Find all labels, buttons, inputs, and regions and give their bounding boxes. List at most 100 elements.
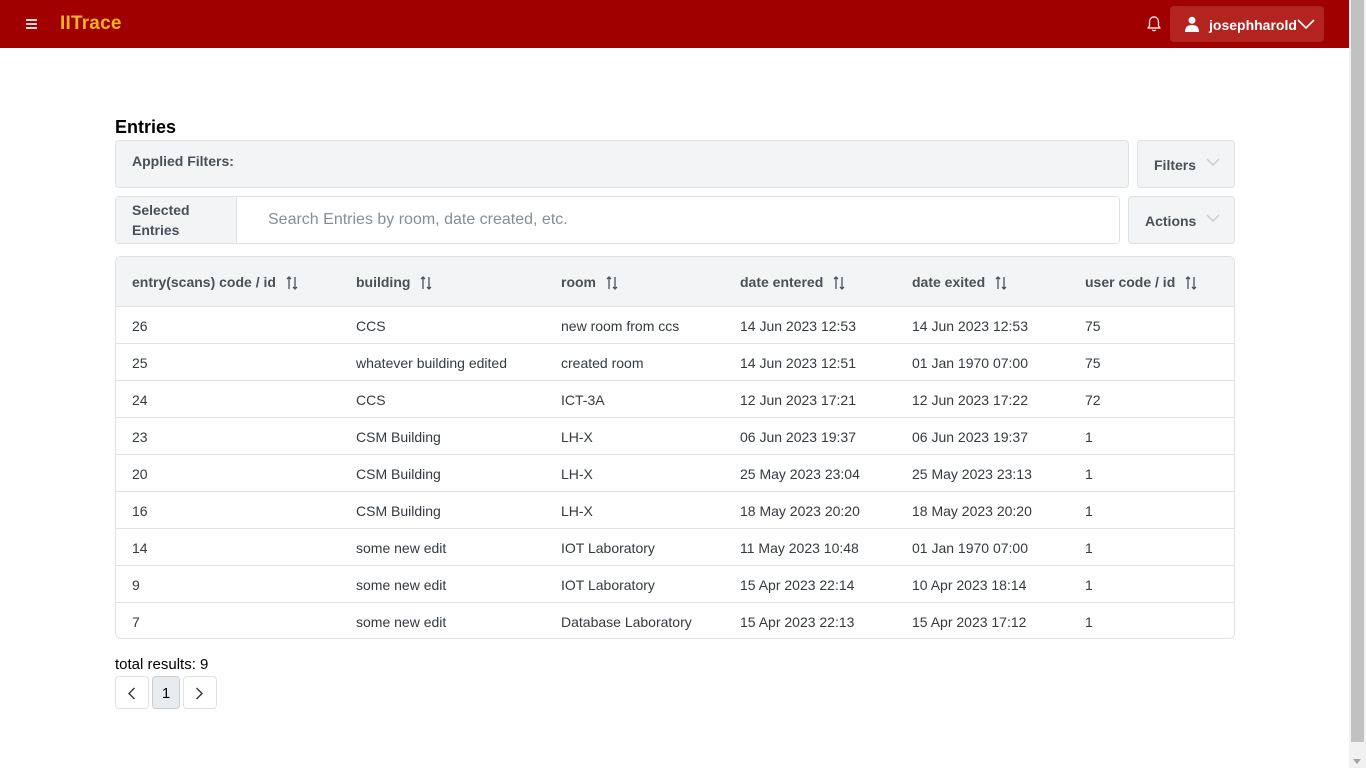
cell-date-entered: 06 Jun 2023 19:37 bbox=[740, 429, 856, 445]
applied-filters-panel: Applied Filters: bbox=[115, 140, 1129, 188]
filters-dropdown-button[interactable]: Filters bbox=[1137, 140, 1235, 188]
cell-entry-id: 7 bbox=[132, 614, 140, 630]
cell-date-exited: 25 May 2023 23:13 bbox=[912, 466, 1032, 482]
sort-icon[interactable] bbox=[420, 276, 432, 291]
column-header-room[interactable]: room bbox=[561, 274, 618, 291]
table-row[interactable]: 7 some new edit Database Laboratory 15 A… bbox=[116, 603, 1234, 638]
chevron-left-icon bbox=[128, 687, 135, 700]
cell-date-entered: 12 Jun 2023 17:21 bbox=[740, 392, 856, 408]
scrollbar-thumb[interactable] bbox=[1351, 0, 1364, 742]
cell-entry-id: 23 bbox=[132, 429, 148, 445]
selected-entries-label-box: Selected Entries bbox=[116, 197, 237, 243]
cell-user-id: 72 bbox=[1085, 392, 1101, 408]
cell-room: created room bbox=[561, 355, 644, 371]
filters-button-label: Filters bbox=[1154, 157, 1197, 173]
entries-table: entry(scans) code / id building room dat… bbox=[115, 256, 1235, 639]
cell-date-entered: 25 May 2023 23:04 bbox=[740, 466, 860, 482]
cell-user-id: 1 bbox=[1085, 429, 1093, 445]
cell-user-id: 75 bbox=[1085, 355, 1101, 371]
table-row[interactable]: 14 some new edit IOT Laboratory 11 May 2… bbox=[116, 529, 1234, 566]
column-header-user-code[interactable]: user code / id bbox=[1085, 274, 1197, 291]
actions-dropdown-button[interactable]: Actions bbox=[1128, 196, 1235, 244]
cell-room: Database Laboratory bbox=[561, 614, 692, 630]
cell-date-exited: 01 Jan 1970 07:00 bbox=[912, 355, 1028, 371]
cell-user-id: 1 bbox=[1085, 577, 1093, 593]
menu-icon[interactable] bbox=[24, 14, 40, 34]
cell-building: some new edit bbox=[356, 614, 447, 630]
cell-date-exited: 18 May 2023 20:20 bbox=[912, 503, 1032, 519]
actions-button-label: Actions bbox=[1145, 213, 1197, 229]
column-header-building[interactable]: building bbox=[356, 274, 432, 291]
cell-date-exited: 10 Apr 2023 18:14 bbox=[912, 577, 1027, 593]
cell-entry-id: 9 bbox=[132, 577, 140, 593]
table-row[interactable]: 24 CCS ICT-3A 12 Jun 2023 17:21 12 Jun 2… bbox=[116, 381, 1234, 418]
table-row[interactable]: 9 some new edit IOT Laboratory 15 Apr 20… bbox=[116, 566, 1234, 603]
sort-icon[interactable] bbox=[606, 276, 618, 291]
cell-date-entered: 11 May 2023 10:48 bbox=[740, 540, 859, 556]
user-icon bbox=[1185, 16, 1199, 32]
cell-building: CCS bbox=[356, 318, 386, 334]
search-input[interactable] bbox=[238, 197, 1118, 243]
table-row[interactable]: 20 CSM Building LH-X 25 May 2023 23:04 2… bbox=[116, 455, 1234, 492]
cell-room: IOT Laboratory bbox=[561, 577, 655, 593]
cell-user-id: 1 bbox=[1085, 503, 1093, 519]
cell-entry-id: 26 bbox=[132, 318, 148, 334]
cell-room: IOT Laboratory bbox=[561, 540, 655, 556]
cell-entry-id: 24 bbox=[132, 392, 148, 408]
table-row[interactable]: 26 CCS new room from ccs 14 Jun 2023 12:… bbox=[116, 307, 1234, 344]
cell-entry-id: 25 bbox=[132, 355, 148, 371]
cell-user-id: 1 bbox=[1085, 614, 1093, 630]
table-row[interactable]: 25 whatever building edited created room… bbox=[116, 344, 1234, 381]
column-header-entry-code[interactable]: entry(scans) code / id bbox=[132, 274, 298, 291]
cell-building: CSM Building bbox=[356, 503, 441, 519]
applied-filters-label: Applied Filters: bbox=[132, 153, 234, 169]
cell-date-entered: 18 May 2023 20:20 bbox=[740, 503, 860, 519]
cell-date-exited: 06 Jun 2023 19:37 bbox=[912, 429, 1028, 445]
cell-date-entered: 14 Jun 2023 12:51 bbox=[740, 355, 856, 371]
cell-entry-id: 20 bbox=[132, 466, 148, 482]
sort-icon[interactable] bbox=[995, 276, 1007, 291]
pagination-page-button[interactable]: 1 bbox=[152, 676, 180, 709]
cell-date-entered: 15 Apr 2023 22:13 bbox=[740, 614, 855, 630]
table-row[interactable]: 23 CSM Building LH-X 06 Jun 2023 19:37 0… bbox=[116, 418, 1234, 455]
column-header-date-exited[interactable]: date exited bbox=[912, 274, 1007, 291]
sort-icon[interactable] bbox=[286, 276, 298, 291]
cell-date-exited: 14 Jun 2023 12:53 bbox=[912, 318, 1028, 334]
search-group: Selected Entries bbox=[115, 196, 1120, 244]
table-row[interactable]: 16 CSM Building LH-X 18 May 2023 20:20 1… bbox=[116, 492, 1234, 529]
cell-user-id: 1 bbox=[1085, 540, 1093, 556]
cell-entry-id: 14 bbox=[132, 540, 148, 556]
page-scrollbar[interactable] bbox=[1349, 0, 1366, 768]
user-menu-button[interactable]: josephharold bbox=[1170, 6, 1324, 42]
cell-building: CSM Building bbox=[356, 429, 441, 445]
column-header-date-entered[interactable]: date entered bbox=[740, 274, 845, 291]
cell-user-id: 75 bbox=[1085, 318, 1101, 334]
cell-building: some new edit bbox=[356, 577, 447, 593]
sort-icon[interactable] bbox=[833, 276, 845, 291]
app-brand[interactable]: IITrace bbox=[60, 13, 122, 35]
total-results: total results: 9 bbox=[115, 656, 209, 673]
page-title: Entries bbox=[115, 117, 177, 137]
pagination-page-number: 1 bbox=[161, 685, 171, 702]
cell-building: some new edit bbox=[356, 540, 447, 556]
cell-date-exited: 12 Jun 2023 17:22 bbox=[912, 392, 1028, 408]
cell-room: LH-X bbox=[561, 429, 593, 445]
sort-icon[interactable] bbox=[1185, 276, 1197, 291]
cell-room: ICT-3A bbox=[561, 392, 605, 408]
chevron-down-icon bbox=[1206, 158, 1220, 166]
scroll-down-arrow[interactable] bbox=[1353, 759, 1361, 764]
cell-date-entered: 14 Jun 2023 12:53 bbox=[740, 318, 856, 334]
bell-icon[interactable] bbox=[1144, 14, 1164, 34]
cell-date-entered: 15 Apr 2023 22:14 bbox=[740, 577, 855, 593]
pagination-prev-button[interactable] bbox=[115, 676, 149, 709]
cell-room: LH-X bbox=[561, 466, 593, 482]
cell-entry-id: 16 bbox=[132, 503, 148, 519]
pagination-next-button[interactable] bbox=[183, 676, 217, 709]
cell-building: whatever building edited bbox=[356, 355, 507, 371]
top-navbar: IITrace josephharold bbox=[0, 0, 1349, 48]
chevron-down-icon bbox=[1206, 214, 1220, 222]
chevron-down-icon bbox=[1297, 19, 1315, 30]
cell-room: new room from ccs bbox=[561, 318, 680, 334]
table-header: entry(scans) code / id building room dat… bbox=[116, 257, 1234, 307]
cell-date-exited: 01 Jan 1970 07:00 bbox=[912, 540, 1028, 556]
